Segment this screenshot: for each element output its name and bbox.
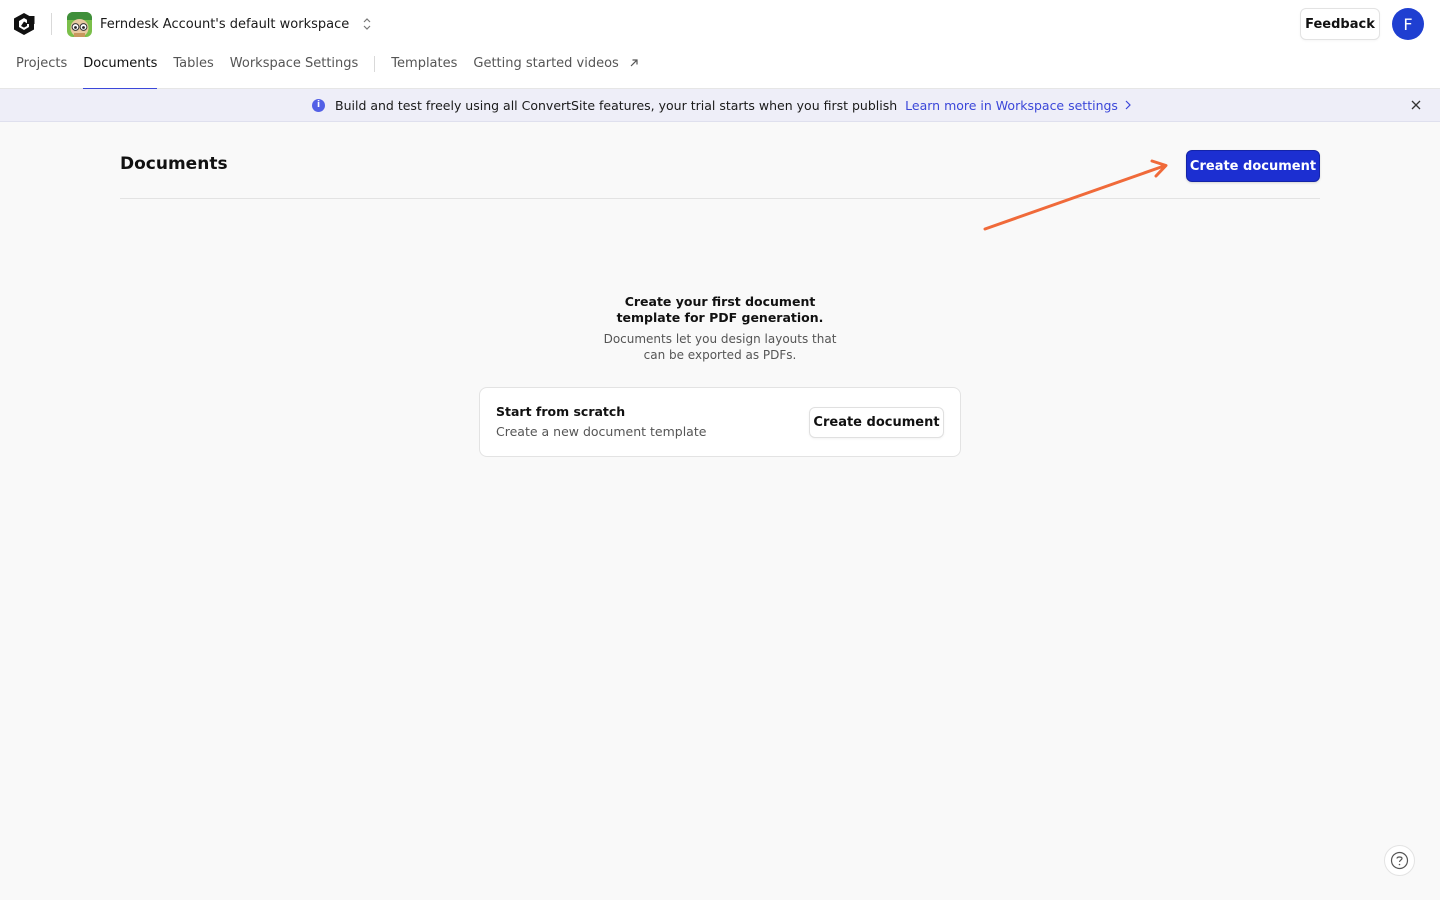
main-nav: Projects Documents Tables Workspace Sett… <box>16 52 655 89</box>
workspace-name: Ferndesk Account's default workspace <box>100 16 350 32</box>
annotation-arrow-icon <box>983 159 1168 231</box>
help-button[interactable] <box>1384 845 1415 876</box>
app-logo-icon[interactable] <box>12 12 36 36</box>
nav-item-label: Getting started videos <box>473 56 619 71</box>
banner-text: Build and test freely using all ConvertS… <box>335 97 898 113</box>
create-document-button[interactable]: Create document <box>1186 150 1320 182</box>
card-create-document-button[interactable]: Create document <box>809 407 944 438</box>
feedback-button[interactable]: Feedback <box>1300 8 1380 40</box>
banner-learn-more-link[interactable]: Learn more in Workspace settings <box>905 98 1118 113</box>
nav-item-documents[interactable]: Documents <box>83 52 158 89</box>
nav-item-tables[interactable]: Tables <box>173 52 213 89</box>
workspace-switcher[interactable]: Ferndesk Account's default workspace <box>67 11 373 37</box>
card-title: Start from scratch <box>496 404 626 419</box>
workspace-avatar-icon <box>67 11 92 37</box>
header-divider <box>51 13 52 35</box>
trial-banner: i Build and test freely using all Conver… <box>0 89 1440 122</box>
empty-state-description: Documents let you design layouts that ca… <box>603 332 837 362</box>
external-link-icon <box>630 59 638 67</box>
nav-separator <box>374 56 376 72</box>
nav-item-templates[interactable]: Templates <box>391 52 457 89</box>
card-subtitle: Create a new document template <box>496 424 707 439</box>
top-bar: Ferndesk Account's default workspace Fee… <box>0 0 1440 89</box>
page-title: Documents <box>120 154 228 174</box>
start-from-scratch-card: Start from scratch Create a new document… <box>479 387 961 457</box>
chevron-up-down-icon <box>363 18 371 30</box>
chevron-right-icon[interactable] <box>1125 100 1131 110</box>
nav-item-workspace-settings[interactable]: Workspace Settings <box>230 52 359 89</box>
nav-item-projects[interactable]: Projects <box>16 52 67 89</box>
help-icon <box>1390 851 1409 870</box>
nav-item-getting-started-videos[interactable]: Getting started videos <box>473 52 638 89</box>
banner-content: i Build and test freely using all Conver… <box>312 89 1131 121</box>
user-avatar[interactable]: F <box>1392 8 1424 40</box>
empty-state-title: Create your first document template for … <box>616 294 824 325</box>
close-icon[interactable] <box>1409 98 1423 112</box>
info-icon: i <box>312 98 325 112</box>
